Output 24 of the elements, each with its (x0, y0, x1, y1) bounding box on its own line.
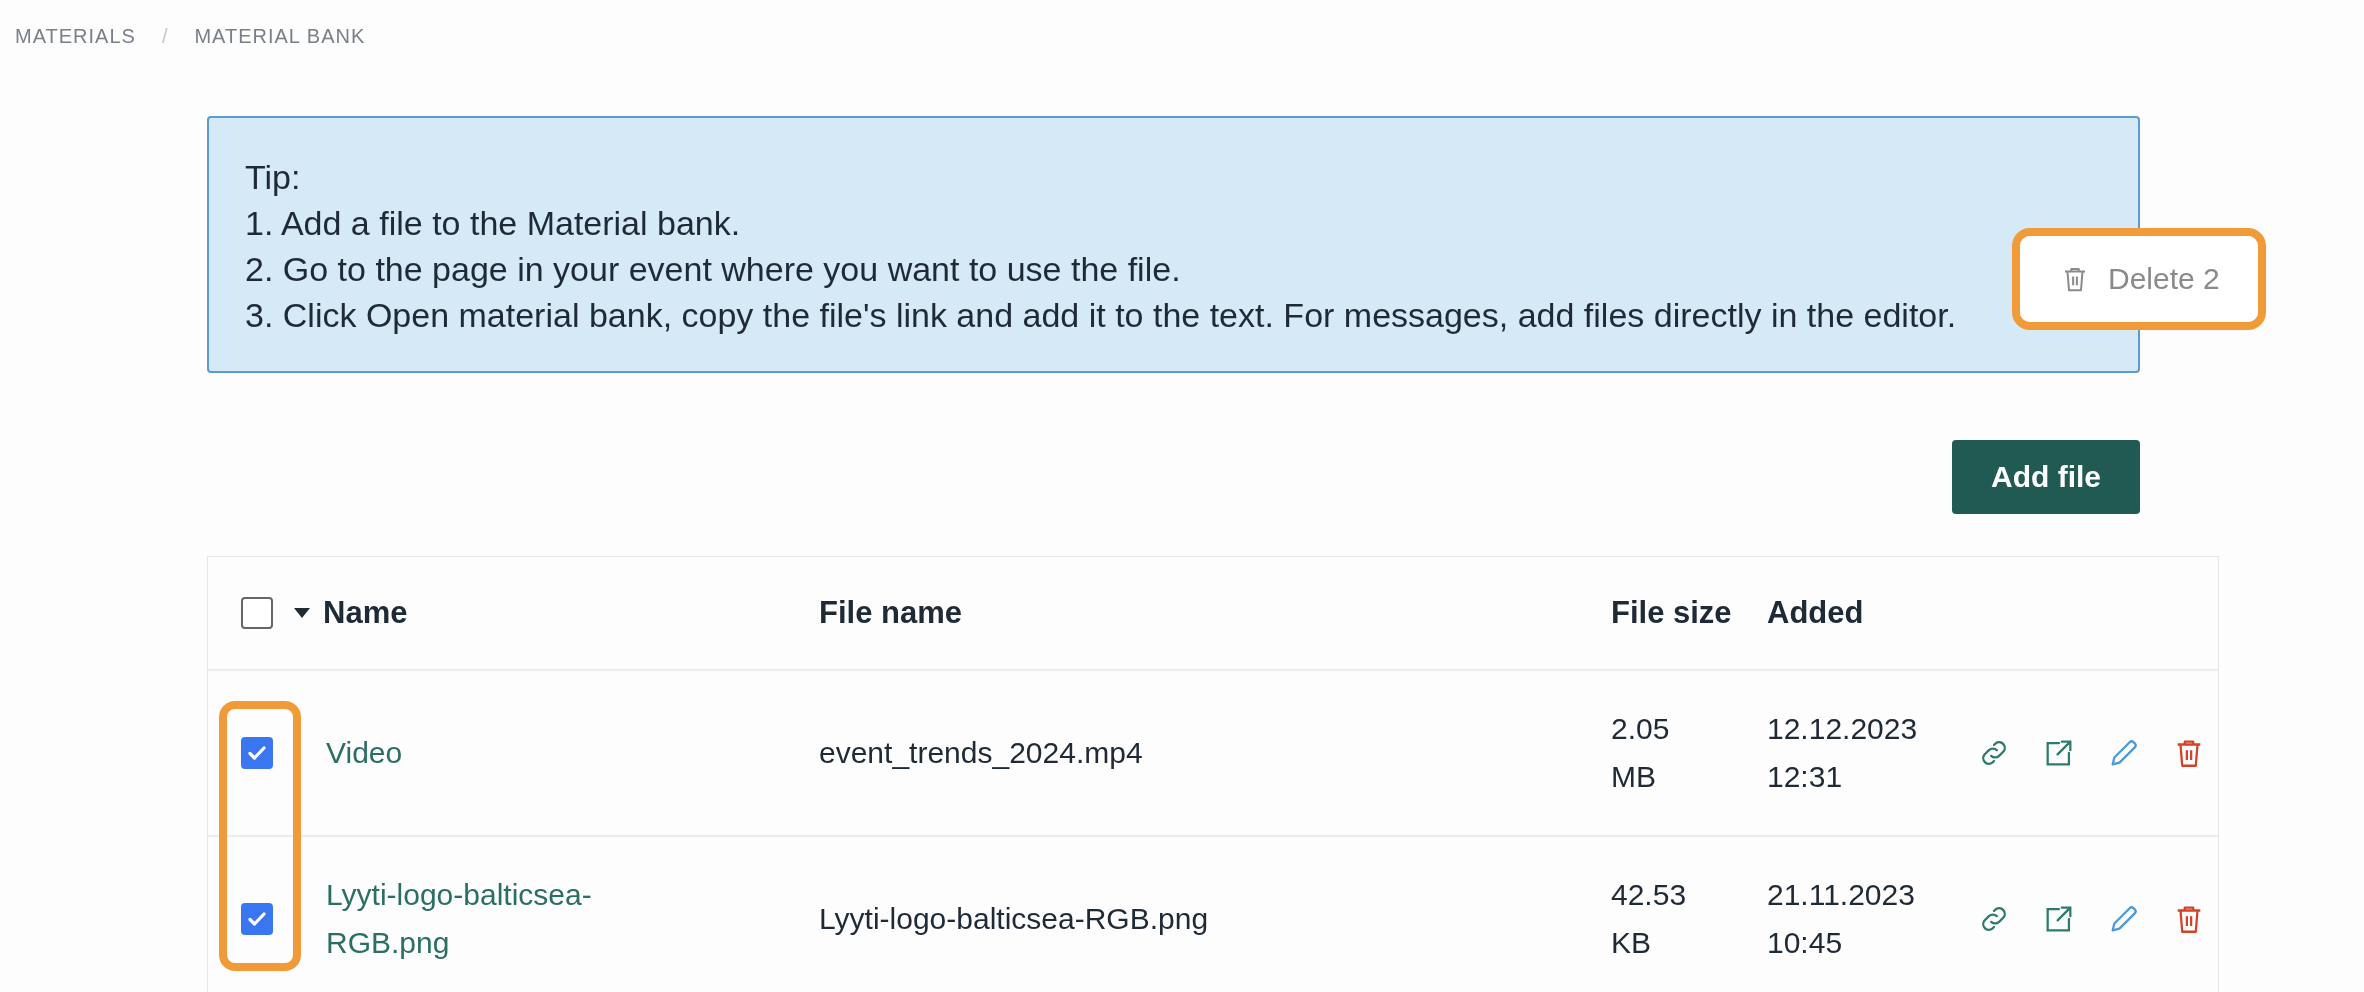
tip-line: Tip: (245, 157, 301, 198)
sort-caret-icon[interactable] (293, 607, 311, 619)
checkbox[interactable] (241, 903, 273, 935)
added-date: 12.12.2023 12:31 (1767, 712, 1918, 793)
file-name: event_trends_2024.mp4 (819, 736, 1143, 769)
tip-line: 1. Add a file to the Material bank. (245, 203, 741, 244)
column-header[interactable]: File size (1611, 595, 1732, 630)
column-header[interactable]: File name (819, 595, 962, 630)
file-title-link[interactable]: Video (326, 729, 403, 777)
breadcrumb-link[interactable]: MATERIAL BANK (194, 24, 366, 48)
file-size: 42.53 KB (1611, 878, 1687, 959)
file-size: 2.05 MB (1611, 712, 1670, 793)
column-header[interactable]: Name (323, 595, 408, 631)
tip-line: 3. Click Open material bank, copy the file's link and add it to the text. For messages, add files directly in the editor. (245, 295, 1957, 336)
tip-line: 2. Go to the page in your event where you want to use the file. (245, 249, 1181, 290)
checkbox[interactable] (241, 737, 273, 769)
file-title-link[interactable]: Lyyti-logo-balticsea-RGB.png (326, 871, 671, 967)
file-name: Lyyti-logo-balticsea-RGB.png (819, 902, 1209, 935)
column-header[interactable]: Added (1767, 595, 1864, 630)
add-file-button[interactable]: Add file (1952, 440, 2140, 514)
checkbox[interactable] (241, 597, 273, 629)
breadcrumb-separator: / (161, 24, 169, 48)
breadcrumb-link[interactable]: MATERIALS (15, 24, 136, 48)
added-date: 21.11.2023 10:45 (1767, 878, 1915, 959)
